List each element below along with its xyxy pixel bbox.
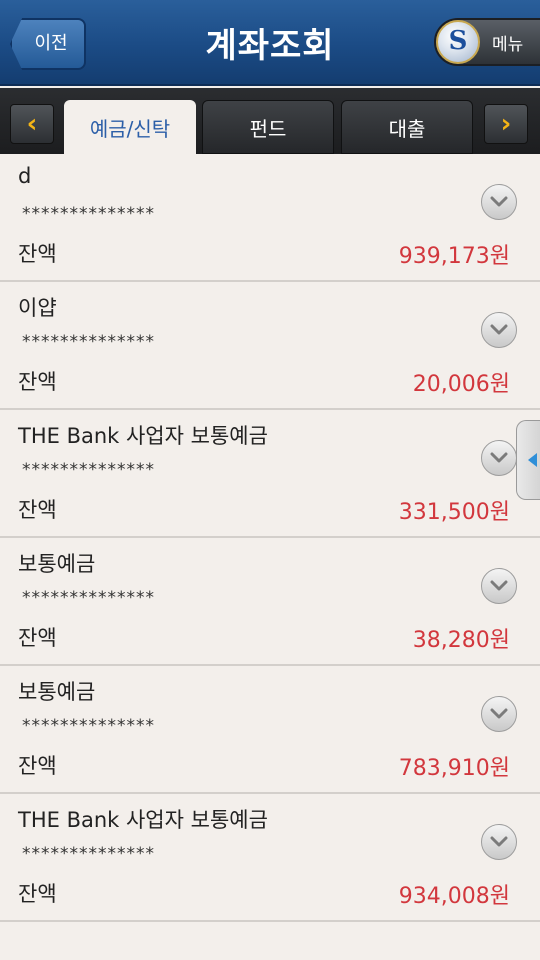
chevron-left-icon: ‹ (26, 109, 38, 139)
chevron-right-icon: › (500, 109, 512, 139)
chevron-down-icon (490, 452, 508, 463)
expand-button[interactable] (481, 312, 517, 348)
expand-button[interactable] (481, 696, 517, 732)
account-item[interactable]: THE Bank 사업자 보통예금 ************** 잔액 331,… (0, 410, 540, 538)
balance-label: 잔액 (18, 242, 57, 266)
account-number-masked: ************** (22, 844, 155, 864)
tab-deposit-trust[interactable]: 예금/신탁 (64, 100, 196, 154)
tab-label: 예금/신탁 (89, 116, 171, 141)
tab-label: 펀드 (249, 116, 287, 141)
expand-button[interactable] (481, 824, 517, 860)
account-number-masked: ************** (22, 460, 155, 480)
account-number-masked: ************** (22, 716, 155, 736)
account-item[interactable]: 보통예금 ************** 잔액 38,280원 (0, 538, 540, 666)
account-name: 이얍 (18, 296, 57, 320)
balance-label: 잔액 (18, 626, 57, 650)
account-item[interactable]: 이얍 ************** 잔액 20,006원 (0, 282, 540, 410)
chevron-down-icon (490, 580, 508, 591)
side-drawer-handle[interactable] (516, 420, 540, 500)
balance-amount: 783,910원 (398, 756, 510, 781)
expand-button[interactable] (481, 440, 517, 476)
account-item[interactable]: d ************** 잔액 939,173원 (0, 154, 540, 282)
expand-button[interactable] (481, 184, 517, 220)
app-header: 이전 계좌조회 메뉴 (0, 0, 540, 86)
account-item[interactable]: 보통예금 ************** 잔액 783,910원 (0, 666, 540, 794)
balance-label: 잔액 (18, 882, 57, 906)
account-number-masked: ************** (22, 332, 155, 352)
tab-next-button[interactable]: › (484, 104, 528, 144)
menu-button-label: 메뉴 (492, 34, 524, 55)
tab-prev-button[interactable]: ‹ (10, 104, 54, 144)
chevron-down-icon (490, 836, 508, 847)
tab-bar: ‹ 예금/신탁 펀드 대출 › (0, 88, 540, 154)
chevron-down-icon (490, 708, 508, 719)
account-name: 보통예금 (18, 552, 96, 576)
balance-label: 잔액 (18, 754, 57, 778)
tab-fund[interactable]: 펀드 (202, 100, 334, 154)
account-name: d (18, 164, 32, 188)
chevron-down-icon (490, 196, 508, 207)
balance-label: 잔액 (18, 370, 57, 394)
account-name: THE Bank 사업자 보통예금 (18, 424, 268, 448)
balance-label: 잔액 (18, 498, 57, 522)
balance-amount: 20,006원 (412, 372, 510, 397)
account-name: 보통예금 (18, 680, 96, 704)
balance-amount: 38,280원 (412, 628, 510, 653)
balance-amount: 331,500원 (398, 500, 510, 525)
tab-loan[interactable]: 대출 (341, 100, 473, 154)
account-list: d ************** 잔액 939,173원 이얍 ********… (0, 154, 540, 922)
account-number-masked: ************** (22, 588, 155, 608)
account-item[interactable]: THE Bank 사업자 보통예금 ************** 잔액 934,… (0, 794, 540, 922)
menu-button[interactable]: 메뉴 (434, 18, 540, 66)
tab-label: 대출 (388, 116, 426, 141)
shinhan-logo-icon (436, 20, 480, 64)
chevron-down-icon (490, 324, 508, 335)
balance-amount: 934,008원 (398, 884, 510, 909)
balance-amount: 939,173원 (398, 244, 510, 269)
expand-button[interactable] (481, 568, 517, 604)
triangle-left-icon (528, 453, 537, 467)
account-number-masked: ************** (22, 204, 155, 224)
account-name: THE Bank 사업자 보통예금 (18, 808, 268, 832)
back-button-label: 이전 (34, 33, 68, 54)
